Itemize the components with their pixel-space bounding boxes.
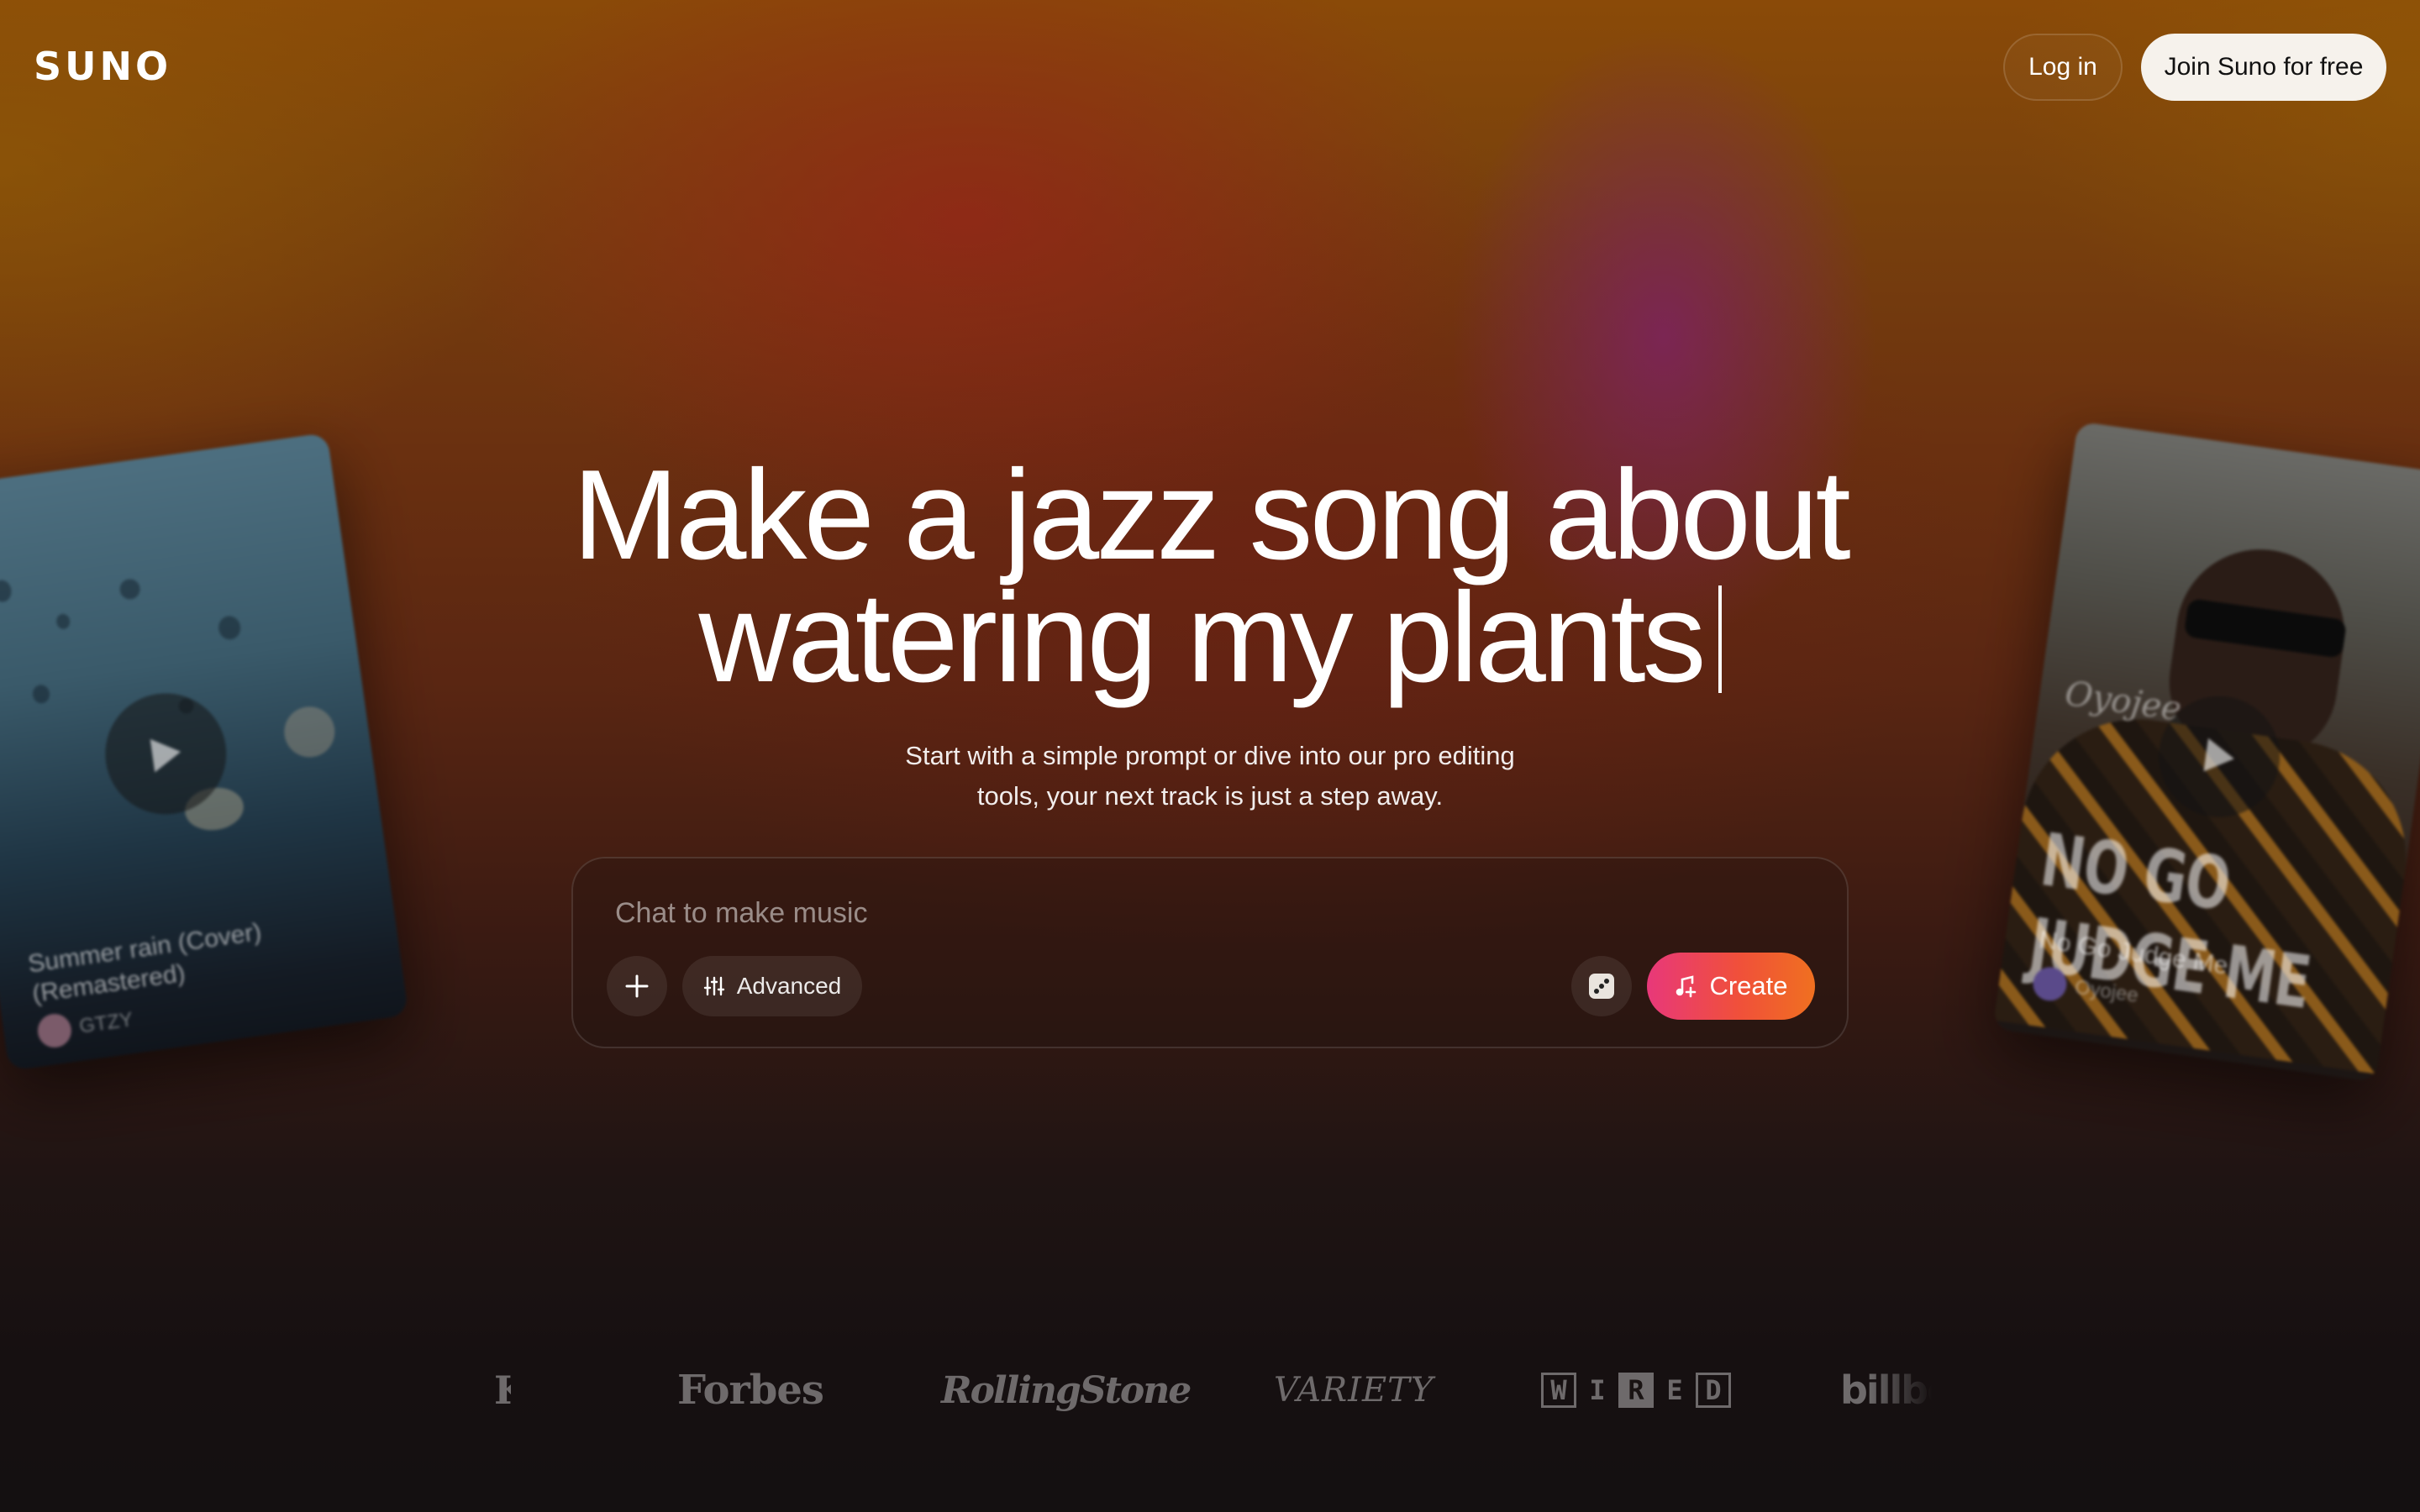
forbes-logo: Forbes: [677, 1367, 824, 1414]
text-cursor: [1718, 585, 1722, 693]
suno-logo[interactable]: SUNO: [34, 44, 171, 89]
chat-input[interactable]: [613, 889, 1793, 937]
advanced-label: Advanced: [736, 973, 842, 999]
avatar: [2030, 964, 2070, 1003]
variety-logo: VARIETY: [1274, 1371, 1434, 1410]
rolling-stone-logo: RollingStone: [941, 1368, 1192, 1412]
billboard-logo: billboard: [1840, 1368, 1933, 1413]
card-artist[interactable]: GTZY: [35, 1003, 134, 1050]
music-note-icon: [1676, 975, 1697, 998]
join-button[interactable]: Join Suno for free: [2141, 34, 2386, 101]
press-logos: K Forbes RollingStone VARIETY W I R E D …: [0, 1361, 2420, 1420]
add-button[interactable]: [607, 956, 667, 1016]
advanced-button[interactable]: Advanced: [682, 956, 862, 1016]
hero-headline: Make a jazz song about watering my plant…: [0, 444, 2420, 701]
create-button[interactable]: Create: [1647, 953, 1815, 1020]
wired-logo: W I R E D: [1541, 1361, 1731, 1420]
sliders-icon: [703, 976, 724, 996]
plus-icon: [625, 974, 649, 998]
avatar: [35, 1011, 74, 1050]
card-title: Summer rain (Cover) (Remastered): [26, 917, 264, 1009]
landing-page: SUNO Log in Join Suno for free Summer ra…: [0, 0, 2420, 1512]
headline-line: Make a jazz song about: [572, 444, 1850, 586]
login-button[interactable]: Log in: [2003, 34, 2123, 101]
chat-prompt-box: Advanced Create: [571, 857, 1849, 1048]
create-label: Create: [1709, 971, 1788, 1000]
hero-subtitle: Start with a simple prompt or dive into …: [905, 741, 1515, 811]
dice-icon: [1589, 974, 1614, 999]
press-logo-partial: K: [494, 1368, 511, 1413]
headline-line: watering my plants: [0, 574, 2420, 701]
random-prompt-button[interactable]: [1571, 956, 1632, 1016]
